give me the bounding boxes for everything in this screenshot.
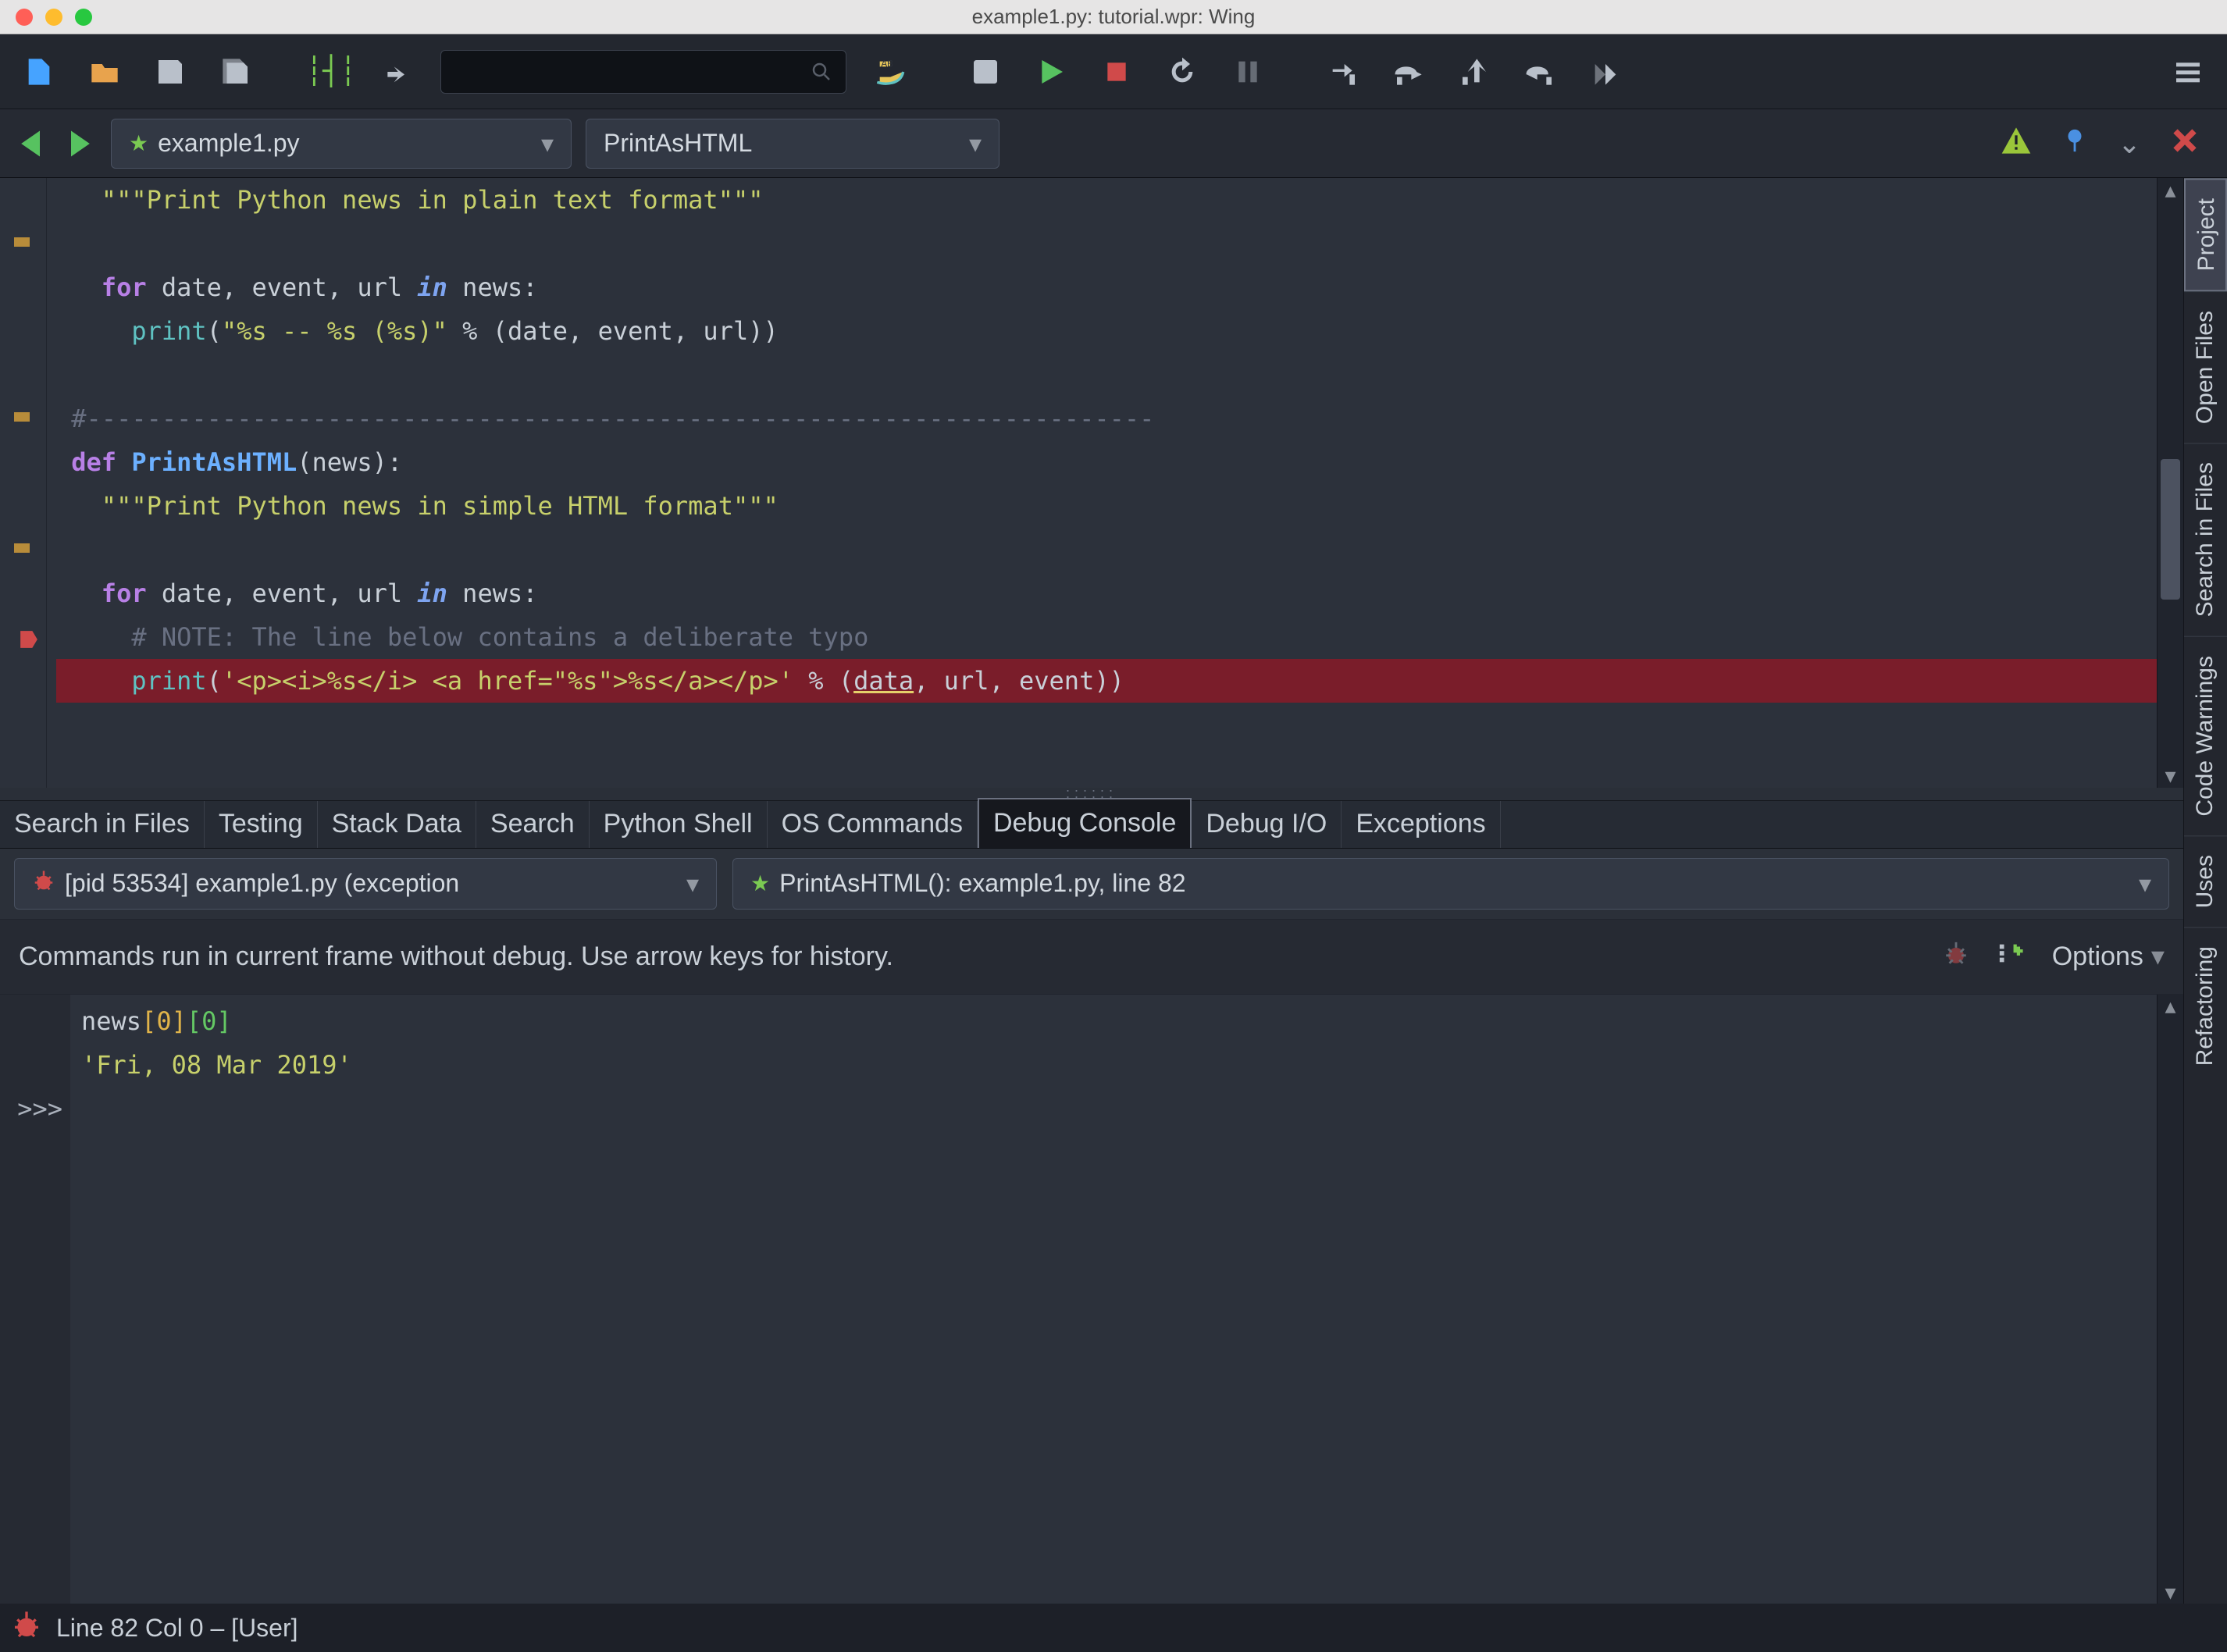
process-label: [pid 53534] example1.py (exception: [65, 869, 459, 898]
set-breakpoint-button[interactable]: [964, 50, 1007, 94]
file-selector[interactable]: ★ example1.py ▾: [111, 119, 572, 169]
step-into-button[interactable]: [1321, 50, 1365, 94]
sidetab-uses[interactable]: Uses: [2184, 835, 2227, 927]
symbol-name: PrintAsHTML: [604, 129, 752, 158]
chevron-down-icon: ▾: [541, 129, 554, 158]
new-prompt-icon[interactable]: [1997, 940, 2024, 974]
editor-header: ★ example1.py ▾ PrintAsHTML ▾ ⌄: [0, 109, 2227, 178]
editor-gutter[interactable]: [0, 178, 47, 788]
code-editor[interactable]: """Print Python news in plain text forma…: [0, 178, 2183, 788]
console-scrollbar[interactable]: ▴ ▾: [2157, 995, 2183, 1604]
console-prompt-gutter: >>>: [0, 995, 70, 1604]
sidetab-refactoring[interactable]: Refactoring: [2184, 927, 2227, 1084]
debug-run-button[interactable]: [1029, 50, 1073, 94]
bug-icon[interactable]: [1943, 940, 1969, 974]
tab-testing[interactable]: Testing: [205, 801, 318, 848]
symbol-selector[interactable]: PrintAsHTML ▾: [586, 119, 999, 169]
new-file-button[interactable]: [17, 50, 61, 94]
indentation-button[interactable]: ┆┤┆: [309, 50, 353, 94]
save-button[interactable]: [148, 50, 192, 94]
bug-icon: [32, 869, 55, 899]
save-all-button[interactable]: [214, 50, 258, 94]
breakpoint-icon[interactable]: [19, 629, 39, 650]
warning-icon[interactable]: [2001, 125, 2032, 162]
pin-icon[interactable]: [2061, 127, 2088, 159]
main-toolbar: ┆┤┆ AB: [0, 34, 2227, 109]
bug-icon[interactable]: [11, 1609, 42, 1647]
editor-scrollbar[interactable]: ▴ ▾: [2157, 178, 2183, 788]
window-title: example1.py: tutorial.wpr: Wing: [972, 5, 1256, 29]
tab-exceptions[interactable]: Exceptions: [1342, 801, 1500, 848]
process-selector[interactable]: [pid 53534] example1.py (exception ▾: [14, 858, 717, 910]
open-file-button[interactable]: [83, 50, 126, 94]
scroll-up-icon[interactable]: ▴: [2158, 995, 2183, 1018]
expand-icon[interactable]: ⌄: [2118, 127, 2141, 160]
debug-console-hint-bar: Commands run in current frame without de…: [0, 920, 2183, 995]
chevron-down-icon: ▾: [969, 129, 982, 158]
star-icon: ★: [129, 130, 148, 156]
search-input[interactable]: [440, 50, 846, 94]
right-tool-tabs: Project Open Files Search in Files Code …: [2183, 178, 2227, 1604]
debug-pause-button[interactable]: [1226, 50, 1270, 94]
scroll-down-icon[interactable]: ▾: [2158, 764, 2183, 788]
tool-tabs: Search in Files Testing Stack Data Searc…: [0, 800, 2183, 849]
menu-button[interactable]: [2166, 50, 2210, 94]
step-out-button[interactable]: [1452, 50, 1496, 94]
tab-search-in-files[interactable]: Search in Files: [0, 801, 205, 848]
search-icon: [810, 60, 833, 84]
svg-text:AB: AB: [881, 59, 893, 69]
status-text: Line 82 Col 0 – [User]: [56, 1614, 298, 1643]
goto-definition-button[interactable]: [375, 50, 419, 94]
replace-button[interactable]: AB: [868, 50, 912, 94]
frame-selector[interactable]: ★ PrintAsHTML(): example1.py, line 82 ▾: [732, 858, 2169, 910]
toolbar-overflow-button[interactable]: [1584, 50, 1627, 94]
step-return-button[interactable]: [1518, 50, 1562, 94]
debug-restart-button[interactable]: [1160, 50, 1204, 94]
close-tab-button[interactable]: [2171, 126, 2199, 160]
tab-stack-data[interactable]: Stack Data: [318, 801, 476, 848]
step-over-button[interactable]: [1387, 50, 1431, 94]
tab-debug-console[interactable]: Debug Console: [978, 798, 1192, 848]
console-content[interactable]: news[0][0] 'Fri, 08 Mar 2019': [70, 995, 2157, 1604]
traffic-close[interactable]: [16, 9, 33, 26]
debug-console[interactable]: >>> news[0][0] 'Fri, 08 Mar 2019' ▴ ▾: [0, 995, 2183, 1604]
frame-label: PrintAsHTML(): example1.py, line 82: [779, 869, 1185, 898]
sidetab-code-warnings[interactable]: Code Warnings: [2184, 636, 2227, 835]
sidetab-open-files[interactable]: Open Files: [2184, 291, 2227, 443]
file-name: example1.py: [158, 129, 299, 158]
nav-back-button[interactable]: [14, 126, 48, 161]
sidetab-search-in-files[interactable]: Search in Files: [2184, 443, 2227, 636]
chevron-down-icon: ▾: [2139, 869, 2151, 899]
tab-debug-io[interactable]: Debug I/O: [1192, 801, 1342, 848]
tab-os-commands[interactable]: OS Commands: [768, 801, 978, 848]
traffic-zoom[interactable]: [75, 9, 92, 26]
options-menu[interactable]: Options▾: [2052, 941, 2165, 972]
sidetab-project[interactable]: Project: [2184, 178, 2227, 291]
scroll-down-icon[interactable]: ▾: [2158, 1580, 2183, 1604]
scroll-thumb[interactable]: [2161, 459, 2180, 600]
status-bar: Line 82 Col 0 – [User]: [0, 1604, 2227, 1652]
debug-hint-text: Commands run in current frame without de…: [19, 942, 893, 972]
traffic-minimize[interactable]: [45, 9, 62, 26]
star-icon: ★: [750, 871, 770, 896]
code-content[interactable]: """Print Python news in plain text forma…: [47, 178, 2157, 788]
tab-search[interactable]: Search: [476, 801, 590, 848]
window-titlebar: example1.py: tutorial.wpr: Wing: [0, 0, 2227, 34]
scroll-up-icon[interactable]: ▴: [2158, 178, 2183, 201]
debug-stop-button[interactable]: [1095, 50, 1138, 94]
debug-console-header: [pid 53534] example1.py (exception ▾ ★ P…: [0, 849, 2183, 920]
nav-forward-button[interactable]: [62, 126, 97, 161]
chevron-down-icon: ▾: [686, 869, 699, 899]
tab-python-shell[interactable]: Python Shell: [590, 801, 768, 848]
